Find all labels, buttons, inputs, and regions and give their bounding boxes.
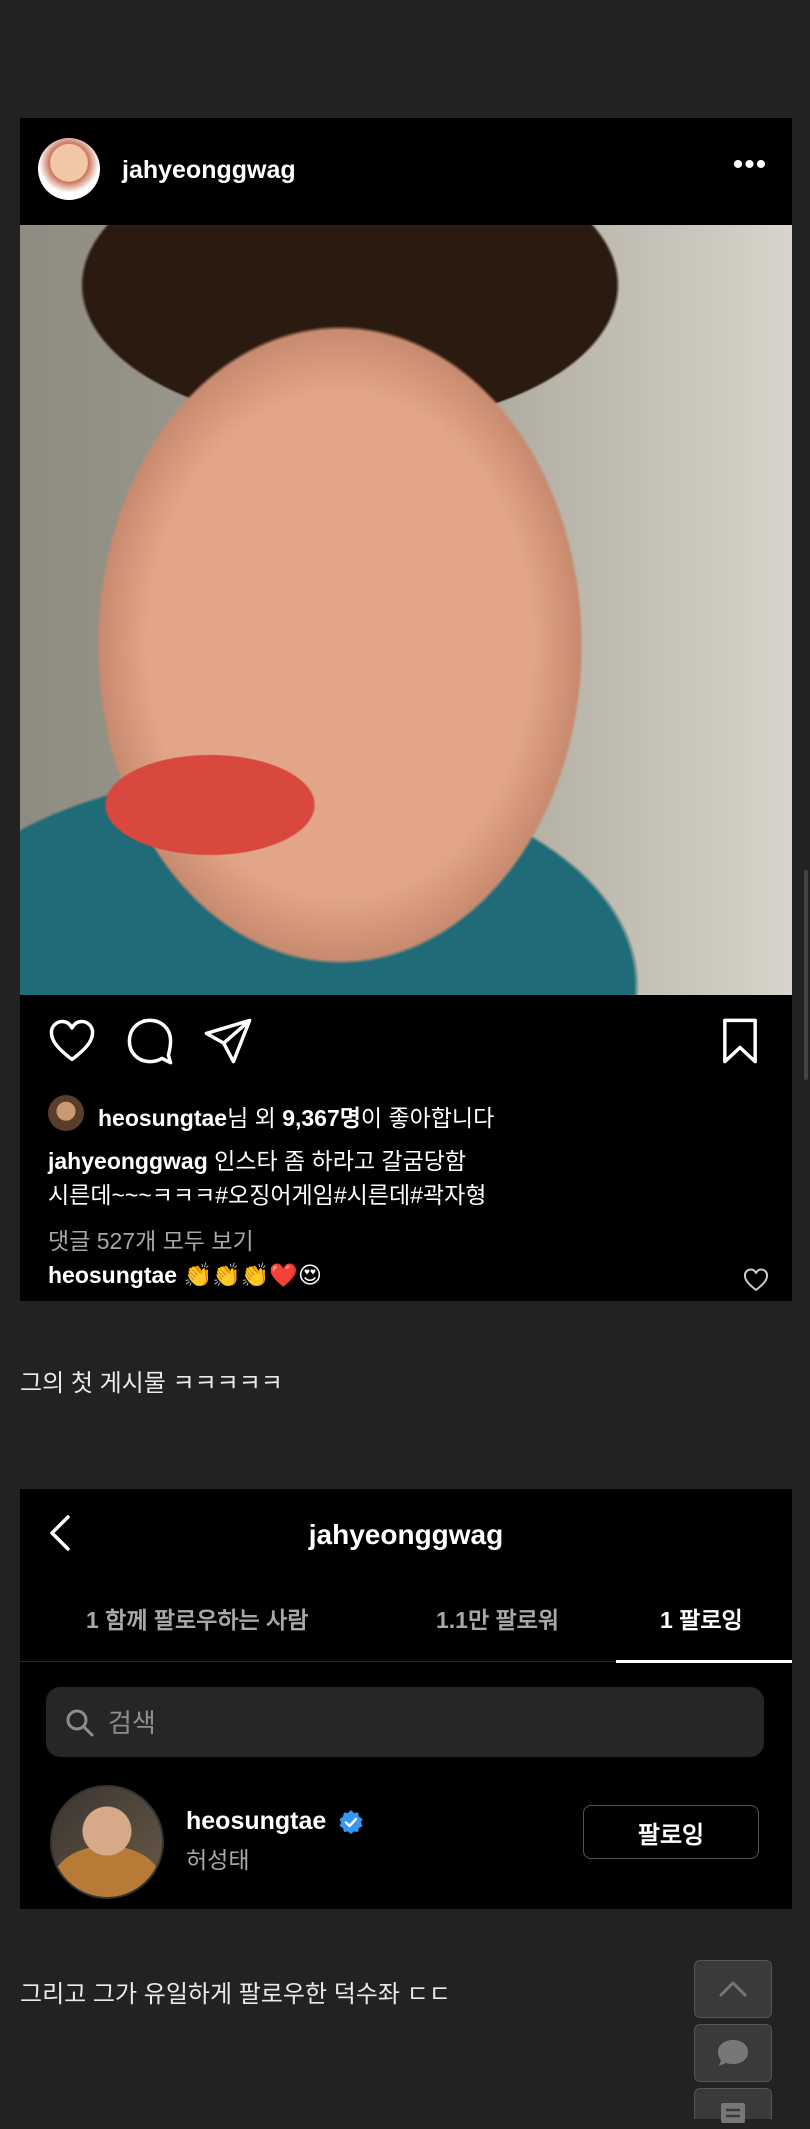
post-header: jahyeonggwag ••• bbox=[20, 118, 792, 224]
speech-bubble-icon bbox=[718, 2040, 748, 2066]
share-send-icon[interactable] bbox=[202, 1015, 254, 1067]
comment-bubble-icon[interactable] bbox=[124, 1015, 176, 1067]
chevron-up-icon bbox=[719, 1981, 747, 1997]
caption-username[interactable]: jahyeonggwag bbox=[48, 1148, 208, 1174]
bookmark-save-icon[interactable] bbox=[714, 1015, 766, 1067]
body-text-first-post: 그의 첫 게시물 ㅋㅋㅋㅋㅋ bbox=[20, 1370, 283, 1397]
avatar[interactable] bbox=[50, 1785, 164, 1899]
instagram-post: jahyeonggwag ••• heosungtae님 외 9,367명이 좋… bbox=[20, 118, 792, 1301]
liker-username[interactable]: heosungtae bbox=[98, 1105, 227, 1131]
tab-followers[interactable]: 1.1만 팔로워 bbox=[436, 1601, 559, 1635]
liker-avatar[interactable] bbox=[48, 1095, 84, 1131]
likes-count[interactable]: 9,367명 bbox=[282, 1105, 361, 1131]
comment-preview: heosungtae 👏👏👏❤️😍 bbox=[48, 1262, 322, 1289]
view-all-comments-link[interactable]: 댓글 527개 모두 보기 bbox=[48, 1222, 254, 1256]
body-text-only-follow: 그리고 그가 유일하게 팔로우한 덕수좌 ㄷㄷ bbox=[20, 1981, 451, 2008]
following-button[interactable]: 팔로잉 bbox=[583, 1805, 759, 1859]
user-real-name: 허성태 bbox=[186, 1847, 250, 1873]
comment-like-heart-icon[interactable] bbox=[742, 1266, 770, 1294]
post-actions bbox=[20, 995, 792, 1085]
user-username[interactable]: heosungtae bbox=[186, 1807, 326, 1836]
search-bar bbox=[46, 1687, 764, 1759]
active-tab-indicator bbox=[616, 1660, 792, 1663]
post-caption: jahyeonggwag 인스타 좀 하라고 갈굼당함 시른데~~~ㅋㅋㅋ#오징… bbox=[48, 1144, 768, 1212]
profile-username-title: jahyeonggwag bbox=[308, 1519, 504, 1550]
post-author-username[interactable]: jahyeonggwag bbox=[122, 156, 296, 185]
likes-mid-text: 님 외 bbox=[227, 1105, 283, 1131]
comments-float-button[interactable] bbox=[694, 2024, 772, 2082]
like-heart-icon[interactable] bbox=[46, 1015, 98, 1067]
more-options-icon[interactable]: ••• bbox=[730, 150, 770, 184]
verified-badge-icon bbox=[338, 1809, 364, 1835]
tab-following[interactable]: 1 팔로잉 bbox=[660, 1601, 743, 1635]
search-icon bbox=[64, 1707, 96, 1739]
search-input[interactable] bbox=[106, 1687, 750, 1759]
likes-text[interactable]: heosungtae님 외 9,367명이 좋아합니다 bbox=[98, 1099, 494, 1133]
following-user-row[interactable]: heosungtae 허성태 팔로잉 bbox=[20, 1777, 792, 1899]
tab-mutual-followers[interactable]: 1 함께 팔로우하는 사람 bbox=[86, 1601, 308, 1635]
post-photo[interactable] bbox=[20, 225, 792, 995]
post-author-avatar[interactable] bbox=[38, 138, 100, 200]
caption-line-2: 시른데~~~ㅋㅋㅋ#오징어게임#시른데#곽자형 bbox=[48, 1182, 487, 1208]
page-scrollbar[interactable] bbox=[804, 870, 808, 1080]
comment-username[interactable]: heosungtae bbox=[48, 1262, 177, 1288]
following-list-screen: jahyeonggwag 1 함께 팔로우하는 사람 1.1만 팔로워 1 팔로… bbox=[20, 1489, 792, 1909]
comment-text: 👏👏👏❤️😍 bbox=[177, 1262, 322, 1288]
scroll-to-top-button[interactable] bbox=[694, 1960, 772, 2018]
caption-line-1: 인스타 좀 하라고 갈굼당함 bbox=[207, 1148, 467, 1174]
likes-end-text: 이 좋아합니다 bbox=[360, 1105, 495, 1131]
list-icon bbox=[721, 2103, 745, 2123]
list-float-button[interactable] bbox=[694, 2088, 772, 2123]
